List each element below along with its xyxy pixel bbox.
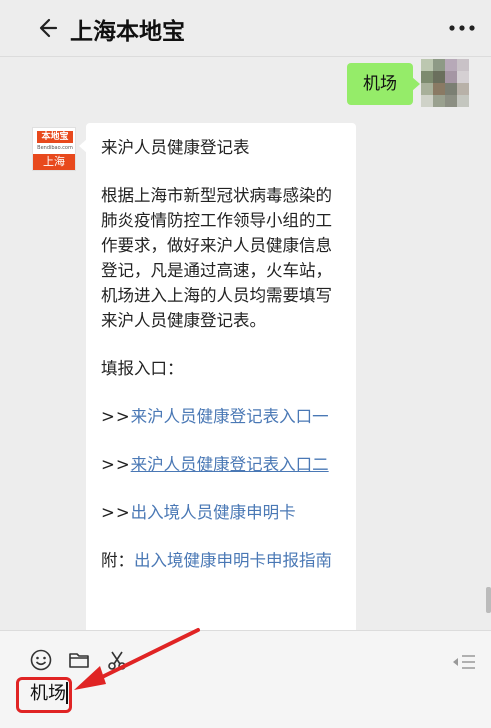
note-label: 附：: [101, 551, 134, 570]
link-entry-one[interactable]: 来沪人员健康登记表入口一: [131, 407, 329, 426]
note-row: 附：出入境健康申明卡申报指南: [101, 548, 342, 573]
link-prefix: >>: [101, 455, 131, 474]
logo-bottom-text: 上海: [33, 154, 75, 170]
input-bar: 机场: [0, 630, 491, 728]
link-prefix: >>: [101, 407, 131, 426]
status-icon: [452, 0, 476, 2]
scissors-icon[interactable]: [106, 649, 128, 671]
top-bar: 上海本地宝: [0, 0, 491, 57]
status-icon: [338, 0, 354, 2]
link-row-3: >>出入境人员健康申明卡: [101, 500, 342, 525]
chat-area[interactable]: 机场 本地宝 Bendibao.com 上海 来沪人员健康登记表 根据上海市新型…: [0, 57, 491, 630]
chat-title: 上海本地宝: [70, 19, 185, 45]
logo-middle-text: Bendibao.com: [37, 145, 73, 151]
link-row-1: >>来沪人员健康登记表入口一: [101, 404, 342, 429]
link-prefix: >>: [101, 503, 131, 522]
article-heading: 来沪人员健康登记表: [101, 138, 250, 157]
emoji-icon[interactable]: [30, 649, 52, 671]
logo-top-text: 本地宝: [37, 131, 73, 143]
scrollbar-thumb[interactable]: [486, 587, 491, 613]
link-health-declaration[interactable]: 出入境人员健康申明卡: [131, 503, 296, 522]
back-arrow-icon[interactable]: [36, 14, 64, 42]
entry-label: 填报入口：: [101, 359, 184, 378]
annotation-highlight-box: [16, 677, 72, 713]
account-avatar[interactable]: 本地宝 Bendibao.com 上海: [32, 127, 76, 171]
link-row-2: >>来沪人员健康登记表入口二: [101, 452, 342, 477]
folder-icon[interactable]: [68, 649, 90, 671]
article-body: 根据上海市新型冠状病毒感染的肺炎疫情防控工作领导小组的工作要求，做好来沪人员健康…: [101, 186, 332, 330]
sent-message-bubble[interactable]: 机场: [347, 63, 420, 105]
user-avatar[interactable]: [421, 59, 469, 107]
send-list-icon[interactable]: [451, 653, 477, 671]
article-message-bubble[interactable]: 来沪人员健康登记表 根据上海市新型冠状病毒感染的肺炎疫情防控工作领导小组的工作要…: [79, 123, 356, 630]
link-entry-two[interactable]: 来沪人员健康登记表入口二: [131, 455, 329, 474]
more-dots-icon[interactable]: [447, 22, 477, 34]
link-declaration-guide[interactable]: 出入境健康申明卡申报指南: [134, 551, 332, 570]
